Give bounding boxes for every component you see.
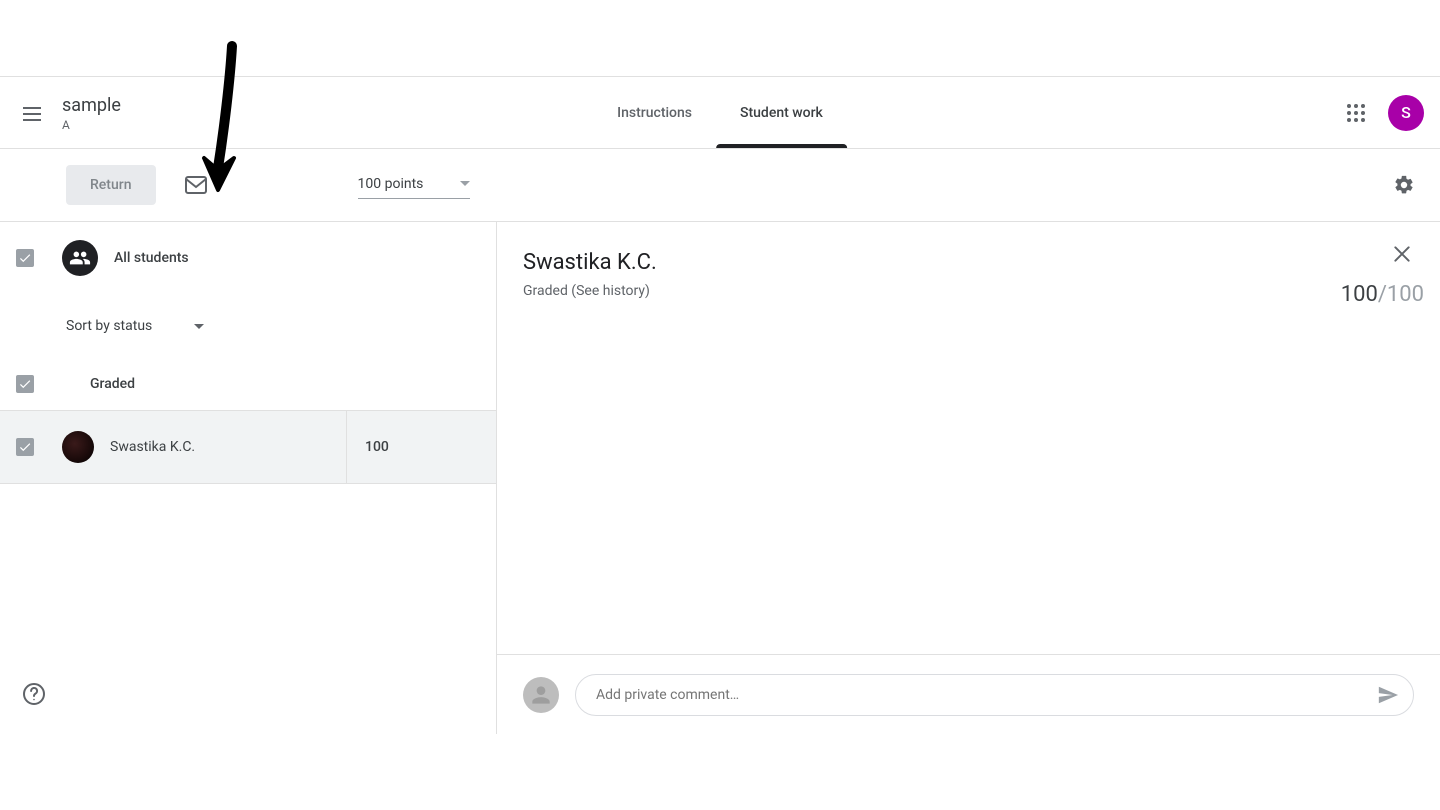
detail-score: 100/100: [1341, 282, 1424, 307]
hamburger-icon: [23, 107, 41, 119]
tab-label: Student work: [740, 105, 823, 121]
student-detail: Swastika K.C. 100/100 Graded (See histor…: [497, 222, 1440, 734]
mail-icon: [185, 176, 207, 194]
commenter-avatar: [523, 677, 559, 713]
menu-button[interactable]: [8, 89, 56, 137]
tab-instructions[interactable]: Instructions: [593, 77, 716, 148]
return-button[interactable]: Return: [66, 165, 156, 205]
close-button[interactable]: [1380, 232, 1424, 276]
page-title: sample: [62, 94, 121, 118]
all-students-label[interactable]: All students: [114, 250, 189, 266]
student-score[interactable]: 100: [346, 411, 496, 483]
tabs: Instructions Student work: [593, 77, 847, 148]
profile-avatar[interactable]: S: [1388, 95, 1424, 131]
score-received: 100: [1341, 282, 1378, 307]
student-row[interactable]: Swastika K.C. 100: [0, 410, 496, 484]
gear-icon: [1393, 174, 1415, 196]
settings-button[interactable]: [1384, 165, 1424, 205]
sort-label: Sort by status: [66, 318, 152, 334]
title-block: sample A: [62, 94, 121, 132]
student-list-sidebar: All students Sort by status Graded Swast…: [0, 222, 496, 734]
toolbar: Return 100 points: [0, 149, 1440, 222]
comment-input-wrap: [575, 674, 1414, 716]
all-students-row: All students: [0, 222, 496, 294]
group-label: Graded: [90, 376, 135, 392]
comment-bar: [497, 654, 1440, 734]
help-icon: [22, 682, 46, 706]
send-button[interactable]: [1372, 679, 1404, 711]
comment-input[interactable]: [575, 674, 1414, 716]
group-checkbox[interactable]: [16, 375, 34, 393]
tab-label: Instructions: [617, 105, 692, 121]
header-right: S: [1336, 93, 1440, 133]
sort-select[interactable]: Sort by status: [66, 318, 204, 334]
tab-student-work[interactable]: Student work: [716, 77, 847, 148]
header: sample A Instructions Student work S: [0, 76, 1440, 149]
return-label: Return: [90, 177, 132, 193]
detail-body: [497, 299, 1440, 654]
score-separator: /: [1378, 282, 1387, 307]
avatar-letter: S: [1401, 103, 1411, 122]
page-subtitle: A: [62, 118, 121, 132]
person-icon: [528, 682, 554, 708]
student-checkbox[interactable]: [16, 438, 34, 456]
chevron-down-icon: [194, 324, 204, 329]
detail-student-name: Swastika K.C.: [523, 250, 1414, 275]
email-button[interactable]: [176, 165, 216, 205]
detail-header: Swastika K.C. 100/100 Graded (See histor…: [497, 222, 1440, 299]
score-outof: 100: [1387, 282, 1424, 307]
send-icon: [1377, 684, 1399, 706]
points-label: 100 points: [358, 176, 424, 192]
student-avatar: [62, 431, 94, 463]
select-all-checkbox[interactable]: [16, 249, 34, 267]
points-select[interactable]: 100 points: [358, 172, 470, 199]
sort-row: Sort by status: [0, 294, 496, 358]
group-icon: [62, 240, 98, 276]
chevron-down-icon: [460, 181, 470, 186]
detail-status[interactable]: Graded (See history): [523, 283, 1414, 299]
student-name: Swastika K.C.: [110, 439, 195, 455]
group-header-graded: Graded: [0, 358, 496, 410]
help-button[interactable]: [14, 674, 54, 714]
apps-button[interactable]: [1336, 93, 1376, 133]
close-icon: [1392, 244, 1412, 264]
apps-grid-icon: [1347, 104, 1365, 122]
